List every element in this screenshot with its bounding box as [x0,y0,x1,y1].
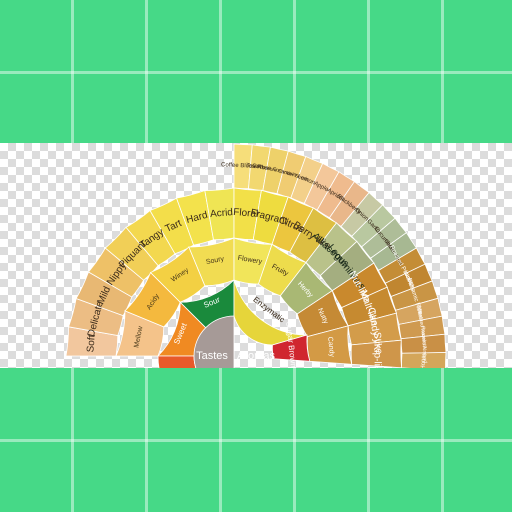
green-grid-band-bottom [0,368,512,512]
canvas: Soft Delicate Mild Nippy Piquant Tangy Tart Har… [0,0,512,512]
tastes-ring3-label-acrid: Acrid [210,207,234,220]
green-grid-band-top [0,0,512,143]
center-label-aromas: Aromas [237,350,275,362]
center-label-tastes: Tastes [196,350,228,362]
